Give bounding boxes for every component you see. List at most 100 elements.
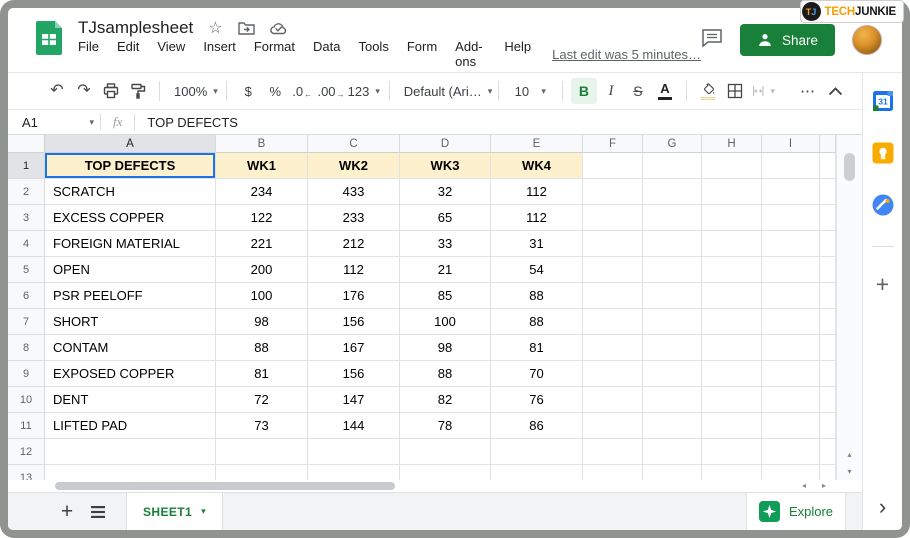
collapse-toolbar-button[interactable] — [822, 78, 848, 104]
document-title[interactable]: TJsamplesheet — [78, 18, 193, 38]
bold-button[interactable]: B — [571, 78, 597, 104]
cell-C12[interactable] — [308, 439, 400, 465]
cell-C1[interactable]: WK2 — [308, 153, 400, 179]
column-header-D[interactable]: D — [400, 135, 491, 153]
cell-G1[interactable] — [643, 153, 702, 179]
row-header-13[interactable]: 13 — [8, 465, 45, 480]
text-color-button[interactable]: A — [652, 78, 678, 104]
menu-format[interactable]: Format — [245, 39, 304, 69]
cell-B8[interactable]: 88 — [216, 335, 308, 361]
cell-I4[interactable] — [762, 231, 820, 257]
cell-overflow-9[interactable] — [820, 361, 836, 387]
cell-E12[interactable] — [491, 439, 583, 465]
row-header-12[interactable]: 12 — [8, 439, 45, 465]
vertical-scrollbar-thumb[interactable] — [844, 153, 855, 181]
keep-icon[interactable] — [871, 141, 895, 165]
cell-D9[interactable]: 88 — [400, 361, 491, 387]
name-box[interactable]: A1 ▾ — [14, 115, 100, 130]
cell-H13[interactable] — [702, 465, 762, 480]
cell-E10[interactable]: 76 — [491, 387, 583, 413]
cell-E8[interactable]: 81 — [491, 335, 583, 361]
cloud-saved-icon[interactable] — [270, 22, 288, 35]
cell-B11[interactable]: 73 — [216, 413, 308, 439]
cell-F9[interactable] — [583, 361, 643, 387]
redo-button[interactable]: ↷ — [71, 78, 97, 104]
cell-overflow-1[interactable] — [820, 153, 836, 179]
cell-D1[interactable]: WK3 — [400, 153, 491, 179]
cell-overflow-5[interactable] — [820, 257, 836, 283]
cell-A10[interactable]: DENT — [45, 387, 216, 413]
cell-B2[interactable]: 234 — [216, 179, 308, 205]
cell-overflow-11[interactable] — [820, 413, 836, 439]
cell-C4[interactable]: 212 — [308, 231, 400, 257]
column-header-C[interactable]: C — [308, 135, 400, 153]
cell-E11[interactable]: 86 — [491, 413, 583, 439]
formula-input[interactable]: TOP DEFECTS — [147, 115, 238, 130]
cell-H12[interactable] — [702, 439, 762, 465]
row-header-9[interactable]: 9 — [8, 361, 45, 387]
menu-edit[interactable]: Edit — [108, 39, 148, 69]
cell-E1[interactable]: WK4 — [491, 153, 583, 179]
paint-format-button[interactable] — [125, 78, 151, 104]
cell-B5[interactable]: 200 — [216, 257, 308, 283]
account-avatar[interactable] — [852, 25, 882, 55]
cell-E2[interactable]: 112 — [491, 179, 583, 205]
cell-I7[interactable] — [762, 309, 820, 335]
cell-E7[interactable]: 88 — [491, 309, 583, 335]
cell-G11[interactable] — [643, 413, 702, 439]
cell-E3[interactable]: 112 — [491, 205, 583, 231]
cell-F8[interactable] — [583, 335, 643, 361]
cell-F11[interactable] — [583, 413, 643, 439]
menu-data[interactable]: Data — [304, 39, 349, 69]
menu-view[interactable]: View — [148, 39, 194, 69]
cell-C3[interactable]: 233 — [308, 205, 400, 231]
cell-G5[interactable] — [643, 257, 702, 283]
cell-D10[interactable]: 82 — [400, 387, 491, 413]
cell-I8[interactable] — [762, 335, 820, 361]
cell-H9[interactable] — [702, 361, 762, 387]
cell-D2[interactable]: 32 — [400, 179, 491, 205]
menu-help[interactable]: Help — [495, 39, 540, 69]
cell-C11[interactable]: 144 — [308, 413, 400, 439]
cell-H10[interactable] — [702, 387, 762, 413]
cell-D7[interactable]: 100 — [400, 309, 491, 335]
cell-G7[interactable] — [643, 309, 702, 335]
cell-H3[interactable] — [702, 205, 762, 231]
cell-E6[interactable]: 88 — [491, 283, 583, 309]
cell-overflow-12[interactable] — [820, 439, 836, 465]
cell-H6[interactable] — [702, 283, 762, 309]
horizontal-scrollbar[interactable]: ◂ ▸ — [8, 480, 862, 492]
cell-C5[interactable]: 112 — [308, 257, 400, 283]
cell-G8[interactable] — [643, 335, 702, 361]
cell-C2[interactable]: 433 — [308, 179, 400, 205]
cell-B12[interactable] — [216, 439, 308, 465]
menu-tools[interactable]: Tools — [349, 39, 397, 69]
menu-addons[interactable]: Add-ons — [446, 39, 495, 69]
column-header-E[interactable]: E — [491, 135, 583, 153]
fill-color-button[interactable] — [695, 78, 721, 104]
cell-F6[interactable] — [583, 283, 643, 309]
cell-D6[interactable]: 85 — [400, 283, 491, 309]
cell-A9[interactable]: EXPOSED COPPER — [45, 361, 216, 387]
cell-overflow-3[interactable] — [820, 205, 836, 231]
font-size-select[interactable]: 10 ▾ — [507, 78, 554, 104]
column-header-overflow[interactable] — [820, 135, 836, 153]
cell-B6[interactable]: 100 — [216, 283, 308, 309]
column-header-G[interactable]: G — [643, 135, 702, 153]
cell-G4[interactable] — [643, 231, 702, 257]
cell-F12[interactable] — [583, 439, 643, 465]
cell-H7[interactable] — [702, 309, 762, 335]
cell-G2[interactable] — [643, 179, 702, 205]
scroll-left-icon[interactable]: ◂ — [802, 482, 806, 490]
cell-A11[interactable]: LIFTED PAD — [45, 413, 216, 439]
cell-B1[interactable]: WK1 — [216, 153, 308, 179]
cell-E5[interactable]: 54 — [491, 257, 583, 283]
cell-overflow-4[interactable] — [820, 231, 836, 257]
cell-F3[interactable] — [583, 205, 643, 231]
cell-B13[interactable] — [216, 465, 308, 480]
percent-format-button[interactable]: % — [262, 78, 288, 104]
cell-B7[interactable]: 98 — [216, 309, 308, 335]
cell-A13[interactable] — [45, 465, 216, 480]
row-header-11[interactable]: 11 — [8, 413, 45, 439]
cell-G10[interactable] — [643, 387, 702, 413]
